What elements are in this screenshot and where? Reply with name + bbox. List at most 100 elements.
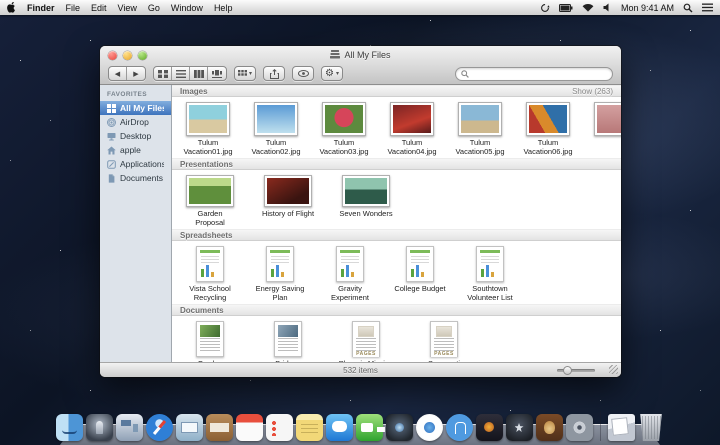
dock-imovie-icon[interactable] bbox=[506, 414, 533, 441]
dock-facetime-icon[interactable] bbox=[356, 414, 383, 441]
file-item[interactable]: Tulum Vacation02.jpg bbox=[250, 102, 302, 156]
documents-row: Garden Newsletter Bridges PAGES Phoenix … bbox=[172, 316, 621, 362]
file-name: Energy Saving Plan bbox=[252, 284, 308, 302]
file-item[interactable]: Energy Saving Plan bbox=[252, 246, 308, 302]
file-item[interactable]: Gravity Experiment bbox=[322, 246, 378, 302]
volume-icon[interactable] bbox=[603, 3, 612, 12]
navigation-buttons: ◀ ▶ bbox=[108, 66, 146, 81]
wifi-icon[interactable] bbox=[582, 3, 594, 12]
dock-separator bbox=[600, 411, 601, 441]
menu-help[interactable]: Help bbox=[214, 3, 233, 13]
icon-view-button[interactable] bbox=[154, 67, 172, 80]
coverflow-view-button[interactable] bbox=[208, 67, 226, 80]
file-name: Southtown Volunteer List bbox=[462, 284, 518, 302]
file-item[interactable]: Southtown Volunteer List bbox=[462, 246, 518, 302]
status-bar: 532 items bbox=[100, 362, 621, 377]
dock-calendar-icon[interactable] bbox=[236, 414, 263, 441]
dock-mission-control-icon[interactable] bbox=[116, 414, 143, 441]
finder-window: All My Files ◀ ▶ bbox=[100, 46, 621, 377]
file-item[interactable]: Tulum Vacation03.jpg bbox=[318, 102, 370, 156]
apple-menu-icon[interactable] bbox=[7, 2, 16, 13]
notification-center-icon[interactable] bbox=[702, 3, 713, 12]
dock-finder-icon[interactable] bbox=[56, 414, 83, 441]
file-thumbnail bbox=[196, 321, 224, 357]
menu-window[interactable]: Window bbox=[171, 3, 203, 13]
sidebar-label: apple bbox=[120, 145, 141, 155]
all-my-files-title-icon bbox=[330, 50, 340, 59]
file-item[interactable]: Garden Proposal bbox=[182, 175, 238, 227]
slider-knob[interactable] bbox=[563, 366, 572, 375]
battery-icon[interactable] bbox=[559, 4, 573, 12]
zoom-button[interactable] bbox=[138, 51, 147, 60]
file-item[interactable]: PAGES Serengeti Report bbox=[416, 321, 472, 362]
menu-go[interactable]: Go bbox=[148, 3, 160, 13]
list-view-button[interactable] bbox=[172, 67, 190, 80]
file-name: Tulum Vacation03.jpg bbox=[318, 138, 370, 156]
share-button[interactable] bbox=[263, 66, 285, 81]
group-header-presentations: Presentations bbox=[172, 158, 621, 170]
dock-itunes-icon[interactable] bbox=[416, 414, 443, 441]
dock-contacts-icon[interactable] bbox=[206, 414, 233, 441]
dock-app-store-icon[interactable] bbox=[446, 414, 473, 441]
dock-reminders-icon[interactable] bbox=[266, 414, 293, 441]
time-machine-icon[interactable] bbox=[540, 3, 550, 13]
dock-mail-icon[interactable] bbox=[176, 414, 203, 441]
sidebar-item-airdrop[interactable]: AirDrop bbox=[100, 115, 171, 129]
items-count: 532 items bbox=[343, 366, 378, 375]
dock-safari-icon[interactable] bbox=[146, 414, 173, 441]
icon-size-slider[interactable] bbox=[557, 369, 595, 372]
column-view-button[interactable] bbox=[190, 67, 208, 80]
dock-iphoto-icon[interactable] bbox=[476, 414, 503, 441]
show-all-images-link[interactable]: Show (263) bbox=[572, 87, 613, 96]
menu-finder[interactable]: Finder bbox=[27, 3, 55, 13]
file-thumbnail bbox=[186, 175, 234, 207]
file-item[interactable]: Tulum Vacation05.jpg bbox=[454, 102, 506, 156]
dock-messages-icon[interactable] bbox=[326, 414, 353, 441]
dock-documents-stack-icon[interactable] bbox=[608, 414, 635, 441]
menu-view[interactable]: View bbox=[118, 3, 137, 13]
search-field[interactable] bbox=[455, 67, 613, 81]
file-item[interactable]: History of Flight bbox=[260, 175, 316, 218]
menu-edit[interactable]: Edit bbox=[91, 3, 107, 13]
sidebar-item-all-my-files[interactable]: All My Files bbox=[100, 101, 171, 115]
arrange-button[interactable]: ▾ bbox=[234, 66, 256, 81]
file-name: Tulum Vacation05.jpg bbox=[454, 138, 506, 156]
file-item[interactable]: Vista School Recycling bbox=[182, 246, 238, 302]
dock-notes-icon[interactable] bbox=[296, 414, 323, 441]
sidebar-item-home[interactable]: apple bbox=[100, 143, 171, 157]
sidebar-item-applications[interactable]: Applications bbox=[100, 157, 171, 171]
action-menu-button[interactable]: ⚙ ▾ bbox=[321, 66, 343, 81]
file-item[interactable]: PAGES Phoenix Mission bbox=[338, 321, 394, 362]
dock-launchpad-icon[interactable] bbox=[86, 414, 113, 441]
file-thumbnail bbox=[264, 175, 312, 207]
file-item[interactable]: Tulum Vacation04.jpg bbox=[386, 102, 438, 156]
search-icon bbox=[461, 65, 469, 83]
file-item-partial[interactable] bbox=[590, 102, 621, 136]
search-input[interactable] bbox=[472, 69, 607, 78]
menu-clock[interactable]: Mon 9:41 AM bbox=[621, 3, 674, 13]
file-item[interactable]: Seven Wonders bbox=[338, 175, 394, 218]
dock bbox=[60, 403, 660, 445]
sidebar-item-documents[interactable]: Documents bbox=[100, 171, 171, 185]
file-item[interactable]: Tulum Vacation01.jpg bbox=[182, 102, 234, 156]
sidebar-item-desktop[interactable]: Desktop bbox=[100, 129, 171, 143]
forward-button[interactable]: ▶ bbox=[127, 67, 145, 80]
file-browser-content: Images Show (263) Tulum Vacation01.jpg T… bbox=[172, 85, 621, 362]
spotlight-icon[interactable] bbox=[683, 3, 693, 13]
file-item[interactable]: College Budget bbox=[392, 246, 448, 293]
menu-file[interactable]: File bbox=[66, 3, 81, 13]
quick-look-button[interactable] bbox=[292, 66, 314, 81]
dock-system-preferences-icon[interactable] bbox=[566, 414, 593, 441]
dock-garageband-icon[interactable] bbox=[536, 414, 563, 441]
resize-grip[interactable] bbox=[609, 365, 618, 374]
file-item[interactable]: Tulum Vacation06.jpg bbox=[522, 102, 574, 156]
minimize-button[interactable] bbox=[123, 51, 132, 60]
back-button[interactable]: ◀ bbox=[109, 67, 127, 80]
file-name: Tulum Vacation02.jpg bbox=[250, 138, 302, 156]
file-item[interactable]: Bridges bbox=[260, 321, 316, 362]
file-item[interactable]: Garden Newsletter bbox=[182, 321, 238, 362]
dock-photo-booth-icon[interactable] bbox=[386, 414, 413, 441]
title-bar[interactable]: All My Files bbox=[100, 46, 621, 63]
close-button[interactable] bbox=[108, 51, 117, 60]
file-thumbnail bbox=[254, 102, 298, 136]
